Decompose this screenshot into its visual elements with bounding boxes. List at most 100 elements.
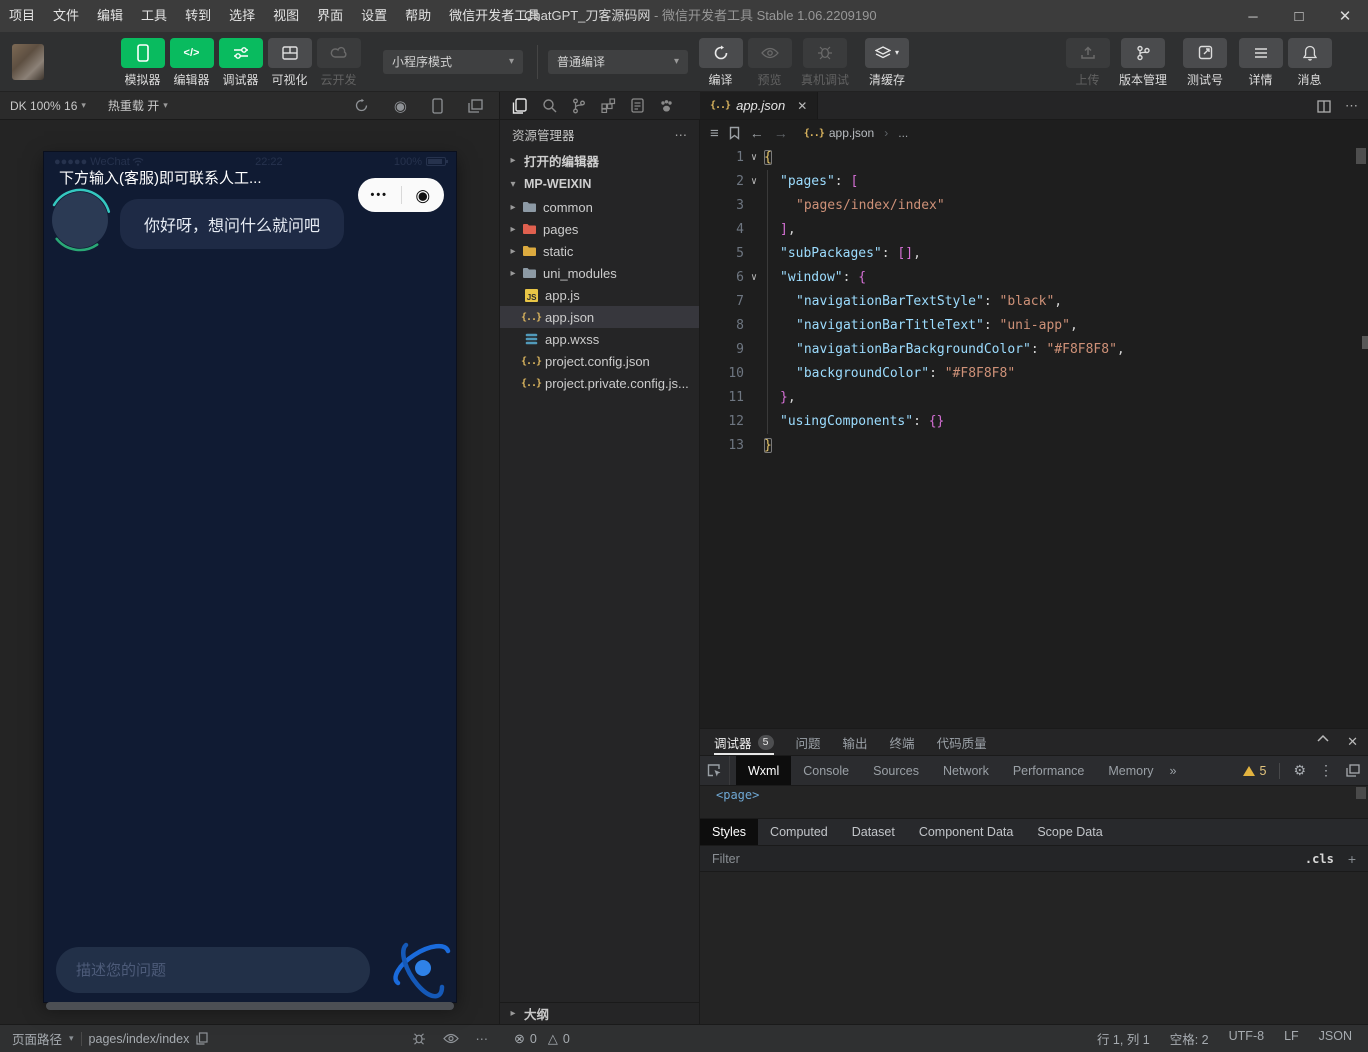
rotate-icon[interactable]: [354, 98, 369, 113]
preview-button[interactable]: 预览: [745, 37, 794, 88]
outline-section[interactable]: ▸ 大纲: [500, 1002, 699, 1024]
toggle-class-button[interactable]: .cls: [1305, 852, 1334, 866]
encoding[interactable]: UTF-8: [1229, 1029, 1264, 1048]
close-panel-icon[interactable]: ✕: [1347, 734, 1358, 750]
menu-item[interactable]: 文件: [44, 0, 88, 32]
capsule-close-icon[interactable]: ◉: [402, 187, 445, 204]
close-icon[interactable]: ✕: [1322, 0, 1368, 32]
avatar[interactable]: [12, 43, 44, 80]
page-path-value[interactable]: pages/index/index: [89, 1032, 190, 1046]
explorer-more-icon[interactable]: ⋯: [675, 127, 688, 142]
messages-button[interactable]: 消息: [1285, 37, 1334, 88]
new-style-rule-icon[interactable]: +: [1348, 851, 1356, 867]
mode-select[interactable]: 小程序模式 ▾: [383, 49, 523, 74]
inspect-element-icon[interactable]: [700, 756, 730, 785]
compile-mode-select[interactable]: 普通编译 ▾: [548, 49, 688, 74]
files-icon[interactable]: [512, 97, 527, 114]
menu-item[interactable]: 设置: [352, 0, 396, 32]
upload-button[interactable]: 上传: [1063, 37, 1112, 88]
inspector-tab-dataset[interactable]: Dataset: [840, 819, 907, 845]
inspector-tab-scope-data[interactable]: Scope Data: [1025, 819, 1114, 845]
devtools-tab-performance[interactable]: Performance: [1001, 756, 1097, 785]
code-editor[interactable]: 1 ∨{2 ∨ "pages": [3 "pages/index/index" 4], 5 "…: [700, 146, 1368, 728]
inspector-tab-styles[interactable]: Styles: [700, 819, 759, 845]
editor-scrollbar[interactable]: [1356, 148, 1366, 164]
devtools-tab-network[interactable]: Network: [931, 756, 1001, 785]
tree-item-uni-modules[interactable]: ▸ uni_modules: [500, 262, 699, 284]
element-tree-scrollbar[interactable]: [1356, 787, 1366, 799]
tree-item-app-js[interactable]: JS app.js: [500, 284, 699, 306]
visibility-eye-icon[interactable]: [442, 1033, 459, 1044]
menu-item[interactable]: 帮助: [396, 0, 440, 32]
more-options-icon[interactable]: ⋯: [476, 1031, 489, 1046]
element-tree-snippet[interactable]: <page>: [700, 786, 1368, 802]
visualizer-button[interactable]: 可视化: [265, 37, 314, 88]
tree-item-app-wxss[interactable]: app.wxss: [500, 328, 699, 350]
settings-gear-icon[interactable]: ⚙: [1293, 762, 1306, 779]
capsule-more-icon[interactable]: •••: [358, 189, 401, 201]
tree-item-pages[interactable]: ▸ pages: [500, 218, 699, 240]
close-tab-icon[interactable]: ✕: [797, 99, 807, 113]
test-account-button[interactable]: 测试号: [1174, 37, 1236, 88]
tree-item-project-private-config-js-[interactable]: {..} project.private.config.js...: [500, 372, 699, 394]
devtools-tab-memory[interactable]: Memory: [1096, 756, 1165, 785]
panel-tab-终端[interactable]: 终端: [890, 729, 915, 755]
breadcrumb-file[interactable]: {..} app.json: [804, 126, 874, 140]
menu-item[interactable]: 项目: [0, 0, 44, 32]
copy-icon[interactable]: [196, 1032, 208, 1045]
collapse-panel-icon[interactable]: [1317, 734, 1329, 750]
debugger-toggle-button[interactable]: 调试器: [216, 37, 265, 88]
page-path-label[interactable]: 页面路径: [12, 1029, 62, 1048]
phone-frame-icon[interactable]: [432, 97, 443, 114]
tree-item-app-json[interactable]: {..} app.json: [500, 306, 699, 328]
simulator-toggle-button[interactable]: 模拟器: [118, 37, 167, 88]
fold-chevron-icon[interactable]: ∨: [744, 266, 764, 290]
devtools-tab-console[interactable]: Console: [791, 756, 861, 785]
warning-counter[interactable]: 5: [1243, 764, 1266, 778]
style-filter-input[interactable]: [712, 851, 1305, 866]
menu-item[interactable]: 选择: [220, 0, 264, 32]
menu-item[interactable]: 界面: [308, 0, 352, 32]
panel-tab-调试器[interactable]: 调试器 5: [714, 729, 774, 755]
project-root-section[interactable]: ▾ MP-WEIXIN: [500, 172, 699, 196]
editor-toggle-button[interactable]: </> 编辑器: [167, 37, 216, 88]
kebab-menu-icon[interactable]: ⋮: [1319, 762, 1333, 779]
outline-list-icon[interactable]: ≡: [710, 125, 719, 142]
inspector-tab-component-data[interactable]: Component Data: [907, 819, 1026, 845]
extensions-icon[interactable]: [601, 98, 616, 113]
clear-cache-button[interactable]: ▾ 清缓存: [856, 37, 918, 88]
minimize-icon[interactable]: ─: [1230, 0, 1276, 32]
maximize-icon[interactable]: □: [1276, 0, 1322, 32]
more-actions-icon[interactable]: ⋯: [1345, 98, 1358, 114]
version-control-button[interactable]: 版本管理: [1112, 37, 1174, 88]
panel-tab-输出[interactable]: 输出: [843, 729, 868, 755]
eol-type[interactable]: LF: [1284, 1029, 1299, 1048]
cursor-position[interactable]: 行 1, 列 1: [1097, 1029, 1150, 1048]
tree-item-common[interactable]: ▸ common: [500, 196, 699, 218]
cloud-dev-button[interactable]: 云开发: [314, 37, 363, 88]
indentation[interactable]: 空格: 2: [1170, 1029, 1209, 1048]
fold-chevron-icon[interactable]: ∨: [744, 170, 764, 194]
multi-window-icon[interactable]: [468, 98, 483, 113]
tabs-overflow-icon[interactable]: »: [1170, 764, 1177, 778]
menu-item[interactable]: 工具: [132, 0, 176, 32]
devtools-tab-sources[interactable]: Sources: [861, 756, 931, 785]
bookmark-icon[interactable]: [729, 126, 740, 140]
tree-item-static[interactable]: ▸ static: [500, 240, 699, 262]
language-mode[interactable]: JSON: [1319, 1029, 1352, 1048]
forward-icon[interactable]: →: [774, 125, 788, 141]
menu-item[interactable]: 编辑: [88, 0, 132, 32]
split-editor-icon[interactable]: [1317, 99, 1331, 113]
file-doc-icon[interactable]: [631, 98, 644, 113]
search-icon[interactable]: [542, 98, 557, 113]
menu-item[interactable]: 转到: [176, 0, 220, 32]
panel-tab-问题[interactable]: 问题: [796, 729, 821, 755]
vconsole-bug-icon[interactable]: [412, 1032, 426, 1045]
npm-paw-icon[interactable]: [659, 99, 674, 113]
open-editors-section[interactable]: ▸ 打开的编辑器: [500, 148, 699, 172]
details-button[interactable]: 详情: [1236, 37, 1285, 88]
problems-summary[interactable]: ⊗ 0 △ 0: [500, 1031, 700, 1047]
inspector-tab-computed[interactable]: Computed: [758, 819, 840, 845]
back-icon[interactable]: ←: [750, 125, 764, 141]
menu-item[interactable]: 视图: [264, 0, 308, 32]
